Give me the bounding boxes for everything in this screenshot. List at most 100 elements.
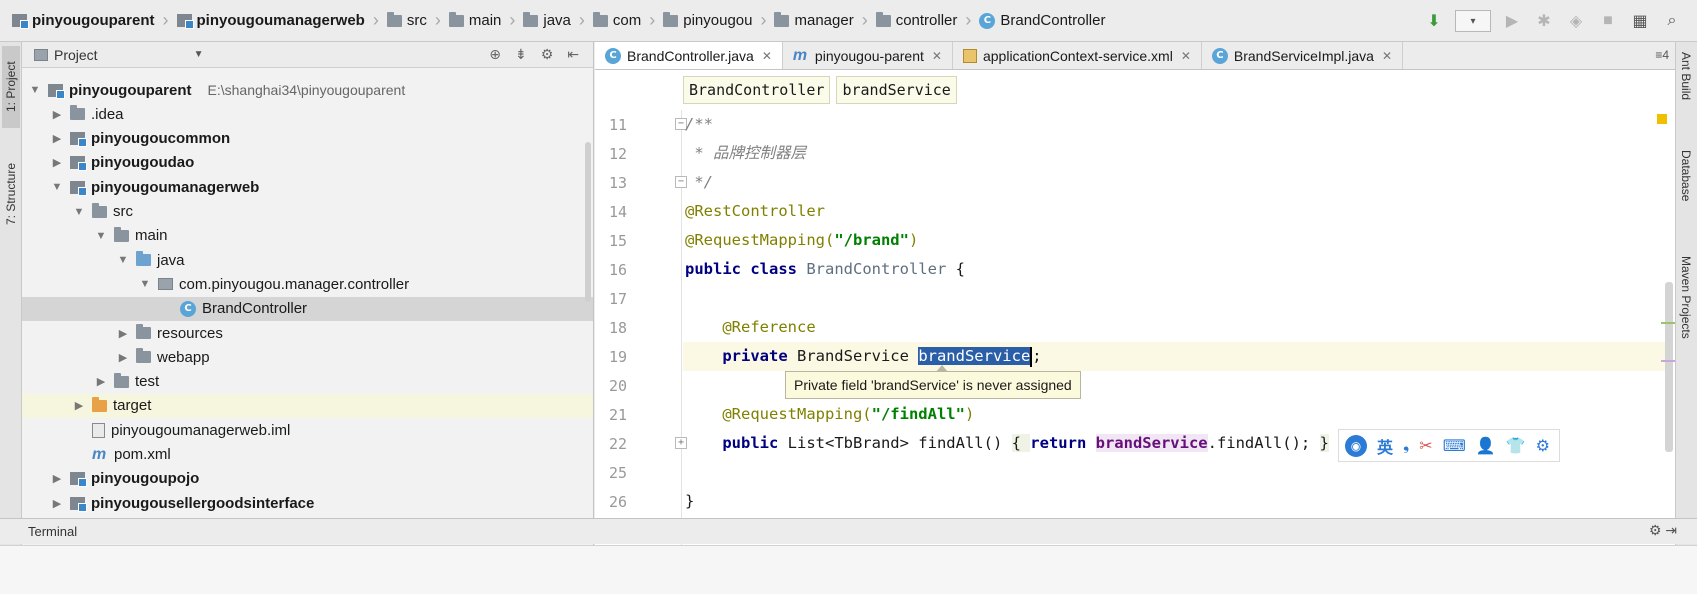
editor-tab[interactable]: C BrandController.java ✕: [595, 42, 783, 69]
coverage-icon[interactable]: ◈: [1565, 10, 1587, 32]
tabs-overflow-menu[interactable]: ≡4: [1655, 48, 1669, 62]
tree-item[interactable]: ▼ src: [22, 200, 593, 224]
tab-database[interactable]: Database: [1679, 150, 1693, 201]
tree-item[interactable]: ▶ test: [22, 370, 593, 394]
folder-icon: [136, 324, 151, 339]
change-marker[interactable]: [1661, 322, 1675, 324]
tab-project[interactable]: 1: Project: [2, 46, 20, 128]
code-line-13: */: [685, 173, 713, 191]
search-everywhere-icon[interactable]: ⌕: [1661, 10, 1683, 32]
expand-arrow-icon[interactable]: ▼: [72, 206, 86, 218]
project-panel-title[interactable]: Project: [54, 47, 98, 63]
folder-icon: [92, 202, 107, 218]
close-icon[interactable]: ✕: [762, 49, 772, 63]
tree-item[interactable]: ▼ main: [22, 224, 593, 248]
expand-arrow-icon[interactable]: ▼: [94, 230, 108, 242]
breadcrumb-item[interactable]: pinyougouparent: [8, 0, 159, 41]
tree-item[interactable]: ▼ pinyougouparent E:\shanghai34\pinyougoup…: [22, 78, 593, 102]
expand-arrow-icon[interactable]: ▶: [50, 156, 64, 169]
collapse-all-icon[interactable]: ⇟: [515, 46, 527, 63]
locate-icon[interactable]: ⊕: [489, 46, 501, 63]
breadcrumb-item[interactable]: src: [383, 0, 431, 41]
scrollbar[interactable]: [585, 142, 591, 302]
tree-item[interactable]: pinyougoumanagerweb.iml: [22, 418, 593, 442]
run-icon[interactable]: ▶: [1501, 10, 1523, 32]
tab-label: BrandController.java: [627, 47, 754, 64]
ime-logo-icon[interactable]: ◉: [1345, 434, 1367, 457]
tab-ant-build[interactable]: Ant Build: [1679, 52, 1693, 100]
tree-item[interactable]: ▶ webapp: [22, 345, 593, 369]
breadcrumb-label: manager: [794, 12, 854, 29]
tree-item[interactable]: ▶ target: [22, 393, 593, 418]
hide-panel-icon[interactable]: ⇤: [567, 46, 579, 63]
stop-icon[interactable]: ■: [1597, 10, 1619, 32]
punct-icon[interactable]: ❟: [1403, 437, 1409, 455]
tree-item[interactable]: ▶ .idea: [22, 102, 593, 126]
tab-maven-projects[interactable]: Maven Projects: [1679, 256, 1693, 339]
breadcrumb-item[interactable]: manager: [770, 0, 857, 41]
usage-marker[interactable]: [1661, 360, 1675, 362]
gear-icon[interactable]: ⚙: [1536, 436, 1550, 456]
tree-item[interactable]: ▶ resources: [22, 321, 593, 345]
ime-language-toggle[interactable]: 英: [1377, 434, 1393, 458]
inspection-status-icon[interactable]: [1657, 114, 1667, 124]
terminal-title[interactable]: Terminal: [28, 524, 77, 539]
tree-item-label: com.pinyougou.manager.controller: [179, 275, 410, 293]
terminal-settings-icon[interactable]: ⚙ ⇥: [1649, 522, 1677, 539]
tree-item[interactable]: ▼ java: [22, 248, 593, 272]
expand-arrow-icon[interactable]: ▼: [116, 254, 130, 266]
expand-arrow-icon[interactable]: ▶: [50, 497, 64, 510]
package-icon: [158, 278, 173, 291]
expand-arrow-icon[interactable]: ▶: [50, 132, 64, 145]
expand-arrow-icon[interactable]: ▼: [138, 278, 152, 290]
close-icon[interactable]: ✕: [1382, 49, 1392, 63]
breadcrumb-item[interactable]: java: [519, 0, 575, 41]
tree-item[interactable]: ▶ pinyougoupojo: [22, 467, 593, 491]
editor-tab[interactable]: applicationContext-service.xml ✕: [953, 42, 1202, 69]
breadcrumb-item[interactable]: pinyougoumanagerweb: [173, 0, 369, 41]
tree-item[interactable]: ▼ pinyougoumanagerweb: [22, 175, 593, 199]
status-bar: [0, 545, 1697, 594]
expand-arrow-icon[interactable]: ▼: [28, 84, 42, 96]
project-structure-icon[interactable]: ▦: [1629, 10, 1651, 32]
close-icon[interactable]: ✕: [1181, 49, 1191, 63]
settings-gear-icon[interactable]: ⚙: [541, 46, 554, 63]
debug-icon[interactable]: ✱: [1533, 10, 1555, 32]
tree-item[interactable]: C BrandController: [22, 296, 593, 321]
close-icon[interactable]: ✕: [932, 49, 942, 63]
tree-item[interactable]: ▶ pinyougoudao: [22, 151, 593, 175]
tree-item[interactable]: ▶ pinyougoucommon: [22, 127, 593, 151]
scissors-icon[interactable]: ✂: [1419, 436, 1432, 456]
keyboard-icon[interactable]: ⌨: [1443, 436, 1466, 456]
editor-tab[interactable]: C BrandServiceImpl.java ✕: [1202, 42, 1404, 69]
breadcrumb-item[interactable]: controller: [872, 0, 962, 41]
expand-arrow-icon[interactable]: ▶: [94, 375, 108, 388]
tree-item[interactable]: ▶ pinyougousellergoodsinterface: [22, 491, 593, 515]
scrollbar[interactable]: [1665, 282, 1673, 452]
tab-structure[interactable]: 7: Structure: [2, 146, 20, 242]
expand-arrow-icon[interactable]: ▶: [116, 327, 130, 340]
class-icon: C: [180, 300, 196, 317]
breadcrumb-label: controller: [895, 12, 958, 29]
tree-item[interactable]: m pom.xml: [22, 443, 593, 467]
code-area[interactable]: 11−12 13−14 15 16 17 18 19 20 21 22 +25 26 /** * 品牌…: [595, 110, 1675, 558]
expand-arrow-icon[interactable]: ▼: [50, 181, 64, 193]
breadcrumb-item[interactable]: pinyougou: [659, 0, 756, 41]
breadcrumb-item[interactable]: main: [445, 0, 506, 41]
code-crumb-field[interactable]: brandService: [836, 76, 957, 104]
editor-tab[interactable]: m pinyougou-parent ✕: [783, 42, 953, 69]
expand-arrow-icon[interactable]: ▶: [50, 108, 64, 121]
build-icon[interactable]: ⬇: [1423, 10, 1445, 32]
expand-arrow-icon[interactable]: ▶: [50, 472, 64, 485]
expand-arrow-icon[interactable]: ▶: [116, 351, 130, 364]
run-config-dropdown[interactable]: ▾: [1455, 10, 1491, 32]
tree-item[interactable]: ▼ com.pinyougou.manager.controller: [22, 272, 593, 296]
code-crumb-class[interactable]: BrandController: [683, 76, 831, 104]
breadcrumb-separator-icon: ›: [434, 10, 441, 30]
breadcrumb-item[interactable]: C BrandController: [975, 0, 1109, 41]
expand-arrow-icon[interactable]: ▶: [72, 399, 86, 412]
breadcrumb-item[interactable]: com: [589, 0, 645, 41]
chevron-down-icon[interactable]: ▼: [194, 49, 204, 60]
user-icon[interactable]: 👤: [1476, 436, 1496, 456]
shirt-icon[interactable]: 👕: [1506, 436, 1526, 456]
